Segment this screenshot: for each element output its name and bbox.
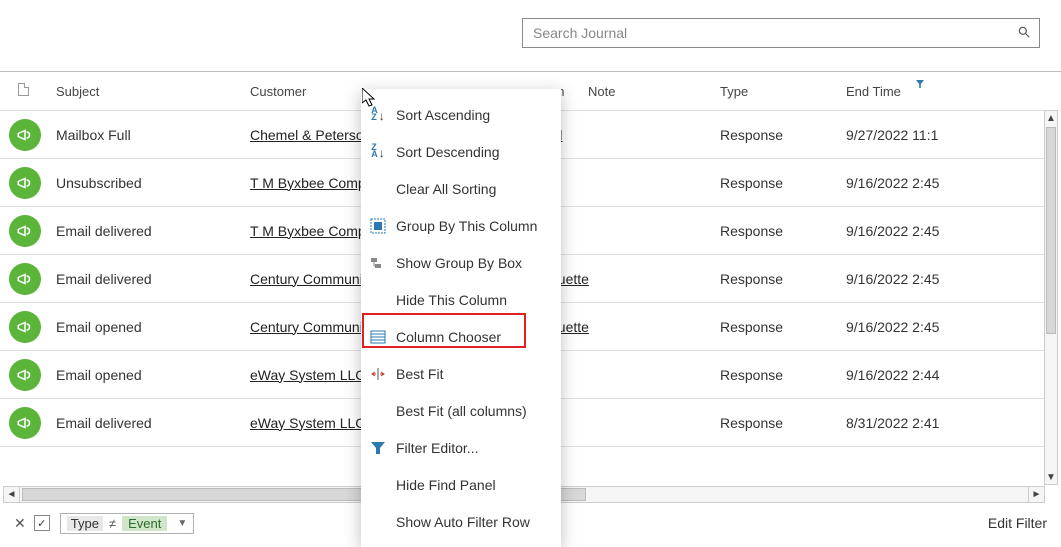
- cell-subject: Email opened: [50, 367, 250, 383]
- search-box[interactable]: [522, 18, 1040, 48]
- filter-field: Type: [67, 516, 103, 531]
- cell-endtime: 8/31/2022 2:41: [846, 415, 946, 431]
- scroll-thumb[interactable]: [1046, 127, 1056, 334]
- menu-label: Show Group By Box: [396, 255, 522, 271]
- menu-label: Hide This Column: [396, 292, 507, 308]
- sort-asc-icon: AZ↓: [370, 107, 386, 123]
- megaphone-icon: [9, 407, 41, 439]
- cell-endtime: 9/16/2022 2:45: [846, 175, 946, 191]
- menu-group-by-column[interactable]: Group By This Column: [362, 207, 560, 244]
- scroll-up-icon[interactable]: ▲: [1045, 111, 1057, 125]
- filter-pill[interactable]: Type ≠ Event ▼: [60, 513, 194, 534]
- column-header-note[interactable]: Note: [588, 84, 720, 99]
- vertical-scrollbar[interactable]: ▲ ▼: [1044, 110, 1058, 485]
- cell-endtime: 9/16/2022 2:45: [846, 271, 946, 287]
- megaphone-icon: [9, 263, 41, 295]
- group-box-icon: [370, 255, 386, 271]
- menu-label: Group By This Column: [396, 218, 537, 234]
- cell-type: Response: [720, 175, 846, 191]
- column-header-endtime[interactable]: End Time: [846, 84, 946, 99]
- cell-type: Response: [720, 319, 846, 335]
- cell-endtime: 9/16/2022 2:45: [846, 319, 946, 335]
- menu-label: Column Chooser: [396, 329, 501, 345]
- scroll-down-icon[interactable]: ▼: [1045, 470, 1057, 484]
- filter-icon: [370, 440, 386, 456]
- megaphone-icon: [9, 311, 41, 343]
- cell-endtime: 9/16/2022 2:45: [846, 223, 946, 239]
- group-by-icon: [370, 218, 386, 234]
- menu-label: Sort Descending: [396, 144, 500, 160]
- cell-subject: Email delivered: [50, 415, 250, 431]
- cell-subject: Unsubscribed: [50, 175, 250, 191]
- document-icon: [18, 83, 29, 96]
- cell-subject: Email delivered: [50, 271, 250, 287]
- cell-endtime: 9/27/2022 11:1: [846, 127, 946, 143]
- menu-sort-descending[interactable]: ZA↓ Sort Descending: [362, 133, 560, 170]
- filter-value: Event: [122, 516, 167, 531]
- column-header-icon[interactable]: [0, 83, 56, 99]
- menu-best-fit[interactable]: Best Fit: [362, 355, 560, 392]
- edit-filter-link[interactable]: Edit Filter: [988, 515, 1047, 531]
- chevron-down-icon[interactable]: ▼: [177, 518, 187, 529]
- menu-clear-sorting[interactable]: Clear All Sorting: [362, 170, 560, 207]
- menu-hide-column[interactable]: Hide This Column: [362, 281, 560, 318]
- cell-type: Response: [720, 223, 846, 239]
- cell-endtime: 9/16/2022 2:44: [846, 367, 946, 383]
- scroll-right-icon[interactable]: ►: [1028, 487, 1044, 502]
- menu-label: Hide Find Panel: [396, 477, 496, 493]
- menu-best-fit-all[interactable]: Best Fit (all columns): [362, 392, 560, 429]
- cell-subject: Mailbox Full: [50, 127, 250, 143]
- column-header-type[interactable]: Type: [720, 84, 846, 99]
- menu-column-chooser[interactable]: Column Chooser: [362, 318, 560, 355]
- best-fit-icon: [370, 366, 386, 382]
- megaphone-icon: [9, 215, 41, 247]
- filter-indicator-icon[interactable]: [916, 76, 924, 91]
- search-input[interactable]: [531, 24, 1017, 42]
- menu-filter-editor[interactable]: Filter Editor...: [362, 429, 560, 466]
- filter-operator: ≠: [109, 516, 116, 531]
- menu-hide-find-panel[interactable]: Hide Find Panel: [362, 466, 560, 503]
- filter-enable-checkbox[interactable]: ✓: [34, 515, 50, 531]
- column-header-subject[interactable]: Subject: [56, 84, 250, 99]
- menu-sort-ascending[interactable]: AZ↓ Sort Ascending: [362, 96, 560, 133]
- scroll-left-icon[interactable]: ◄: [4, 487, 20, 502]
- close-icon[interactable]: ✕: [14, 515, 26, 532]
- search-icon[interactable]: [1017, 25, 1031, 42]
- cell-subject: Email delivered: [50, 223, 250, 239]
- column-chooser-icon: [370, 329, 386, 345]
- menu-label: Best Fit (all columns): [396, 403, 527, 419]
- menu-label: Sort Ascending: [396, 107, 490, 123]
- menu-label: Best Fit: [396, 366, 443, 382]
- megaphone-icon: [9, 359, 41, 391]
- column-context-menu: AZ↓ Sort Ascending ZA↓ Sort Descending C…: [361, 89, 561, 547]
- cell-type: Response: [720, 367, 846, 383]
- cell-type: Response: [720, 415, 846, 431]
- megaphone-icon: [9, 119, 41, 151]
- menu-show-group-box[interactable]: Show Group By Box: [362, 244, 560, 281]
- menu-show-auto-filter[interactable]: Show Auto Filter Row: [362, 503, 560, 540]
- cell-type: Response: [720, 271, 846, 287]
- cell-subject: Email opened: [50, 319, 250, 335]
- sort-desc-icon: ZA↓: [370, 144, 386, 160]
- cell-type: Response: [720, 127, 846, 143]
- column-header-endtime-label: End Time: [846, 84, 901, 99]
- megaphone-icon: [9, 167, 41, 199]
- menu-label: Filter Editor...: [396, 440, 478, 456]
- menu-label: Show Auto Filter Row: [396, 514, 530, 530]
- menu-label: Clear All Sorting: [396, 181, 496, 197]
